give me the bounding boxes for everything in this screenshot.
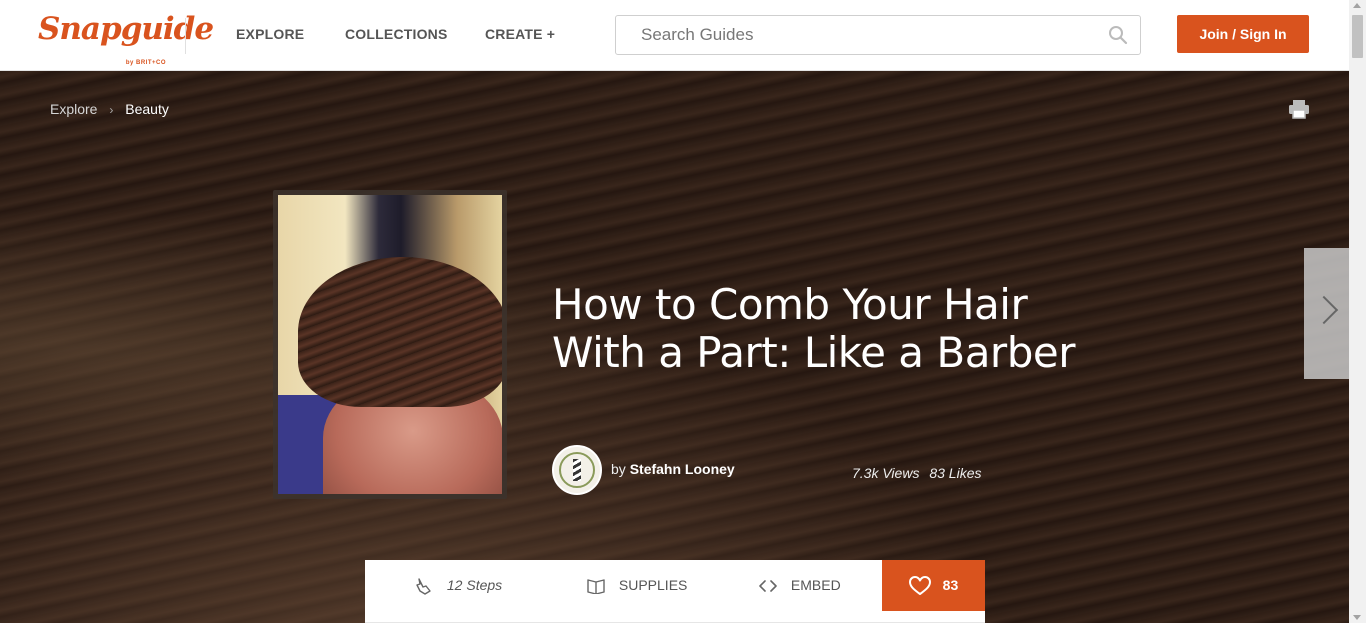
likes-count: 83 Likes: [929, 465, 982, 481]
like-count: 83: [942, 577, 959, 593]
hand-pointer-icon: [416, 578, 431, 595]
guide-cover-photo: [278, 195, 502, 494]
guide-tab-bar: 12 Steps SUPPLIES EMBED 83: [365, 560, 985, 623]
author-avatar[interactable]: [552, 445, 602, 495]
join-signin-button[interactable]: Join / Sign In: [1177, 15, 1309, 53]
print-icon[interactable]: [1288, 99, 1310, 119]
logo-subtitle: by BRIT+CO: [125, 60, 166, 66]
logo-text: Snapguide: [38, 11, 214, 47]
photo-hair: [298, 257, 502, 407]
site-header: Snapguide by BRIT+CO EXPLORE COLLECTIONS…: [0, 0, 1366, 71]
tab-supplies[interactable]: SUPPLIES: [587, 560, 687, 611]
guide-stats: 7.3k Views 83 Likes: [852, 465, 982, 481]
views-count: 7.3k Views: [852, 465, 920, 481]
author-name[interactable]: Stefahn Looney: [630, 461, 735, 477]
search-input[interactable]: [616, 16, 1096, 54]
steps-label: 12 Steps: [446, 577, 503, 593]
next-guide-button[interactable]: [1304, 248, 1349, 379]
like-button[interactable]: 83: [882, 560, 985, 611]
author-byline: by Stefahn Looney: [611, 461, 735, 477]
scroll-up-arrow-icon[interactable]: [1353, 3, 1361, 8]
breadcrumb: Explore › Beauty: [50, 101, 169, 117]
author-prefix: by: [611, 461, 626, 477]
guide-cover-image[interactable]: [273, 190, 507, 499]
nav-explore[interactable]: EXPLORE: [236, 26, 304, 42]
tab-steps[interactable]: 12 Steps: [415, 560, 502, 611]
tab-embed[interactable]: EMBED: [759, 560, 841, 611]
breadcrumb-separator: ›: [109, 103, 114, 117]
search-box: [615, 15, 1141, 55]
guide-hero: Explore › Beauty How to Comb Your Hair W…: [0, 71, 1349, 623]
nav-create[interactable]: CREATE +: [485, 26, 555, 42]
nav-collections[interactable]: COLLECTIONS: [345, 26, 448, 42]
scrollbar-thumb[interactable]: [1352, 15, 1363, 58]
search-icon[interactable]: [1108, 25, 1128, 45]
scroll-down-arrow-icon[interactable]: [1353, 615, 1361, 620]
barber-pole-icon: [573, 459, 581, 481]
chevron-right-icon: [1309, 295, 1339, 325]
book-icon: [587, 579, 605, 595]
supplies-label: SUPPLIES: [618, 577, 688, 593]
page-scrollbar[interactable]: [1349, 0, 1366, 623]
embed-label: EMBED: [790, 577, 841, 593]
header-divider: [185, 18, 186, 54]
breadcrumb-beauty[interactable]: Beauty: [125, 101, 169, 117]
code-icon: [759, 580, 777, 593]
heart-icon: [908, 576, 931, 596]
breadcrumb-explore[interactable]: Explore: [50, 101, 97, 117]
site-logo[interactable]: Snapguide by BRIT+CO: [38, 12, 214, 66]
guide-title: How to Comb Your Hair With a Part: Like …: [552, 280, 1075, 377]
